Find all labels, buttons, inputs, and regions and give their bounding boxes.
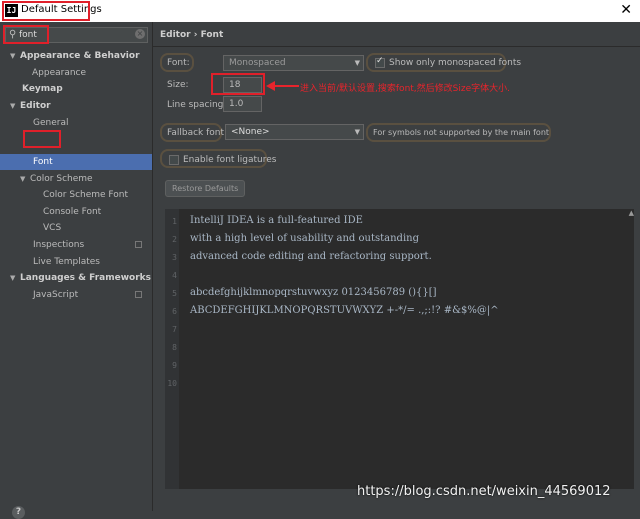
tree-item-color-scheme-final[interactable]: ▼ Color Scheme: [20, 171, 93, 187]
tree-item-console-font[interactable]: Console Font: [43, 204, 101, 220]
close-icon[interactable]: ✕: [620, 2, 632, 18]
fallback-hint: For symbols not supported by the main fo…: [373, 128, 550, 137]
title-bar: IJ Default Settings ✕: [0, 0, 640, 22]
font-preview-editor[interactable]: 1 2 3 4 5 6 7 8 9 10 IntelliJ IDEA is a …: [165, 209, 634, 489]
annotation-text: 进入当前/默认设置,搜索font,然后修改Size字体大小.: [300, 84, 510, 94]
ligatures-label: Enable font ligatures: [183, 155, 277, 165]
expand-arrow-icon: ▼: [10, 52, 16, 60]
line-spacing-input[interactable]: 1.0: [223, 96, 262, 112]
preview-line: abcdefghijklmnopqrstuvwxyz 0123456789 ()…: [190, 287, 437, 298]
font-label: Font:: [167, 58, 190, 68]
search-icon: ⚲: [9, 29, 17, 40]
tree-item-color-scheme-font[interactable]: Color Scheme Font: [43, 187, 128, 203]
project-scope-icon: [135, 241, 142, 248]
header-divider: [153, 46, 640, 47]
size-label: Size:: [167, 80, 189, 90]
font-family-select[interactable]: Monospaced ▼: [223, 55, 364, 71]
clear-search-icon[interactable]: ×: [135, 29, 145, 39]
line-number: 4: [172, 271, 177, 280]
tree-item-general[interactable]: General: [33, 115, 68, 131]
selected-row-highlight: [0, 154, 152, 170]
line-number: 1: [172, 217, 177, 226]
tree-item-editor[interactable]: ▼ Editor: [10, 98, 51, 114]
search-value: font: [19, 30, 37, 40]
show-mono-checkbox[interactable]: ✓: [375, 56, 385, 68]
ligatures-checkbox[interactable]: [169, 155, 179, 165]
line-number: 7: [172, 325, 177, 334]
line-number: 6: [172, 307, 177, 316]
intellij-logo-icon: IJ: [5, 4, 18, 17]
restore-defaults-button[interactable]: Restore Defaults: [165, 180, 246, 197]
expand-arrow-icon: ▼: [10, 274, 16, 282]
tree-item-vcs[interactable]: VCS: [43, 220, 61, 236]
settings-sidebar: ⚲ font × ▼ Appearance & Behavior Appearan…: [0, 22, 153, 519]
expand-arrow-icon: ▼: [20, 175, 26, 183]
preview-line: ABCDEFGHIJKLMNOPQRSTUVWXYZ +-*/= .,;:!? …: [190, 305, 499, 316]
line-number: 2: [172, 235, 177, 244]
tree-item-keymap[interactable]: Keymap: [22, 81, 63, 97]
project-scope-icon: [135, 291, 142, 298]
line-spacing-label: Line spacing:: [167, 100, 227, 110]
line-number-gutter: 1 2 3 4 5 6 7 8 9 10: [165, 209, 179, 489]
watermark: https://blog.csdn.net/weixin_44569012: [357, 484, 611, 499]
tree-item-appearance-behavior[interactable]: ▼ Appearance & Behavior: [10, 48, 140, 64]
annotation-arrow-icon: [266, 81, 299, 91]
tree-item-appearance[interactable]: Appearance: [32, 65, 86, 81]
line-number: 8: [172, 343, 177, 352]
tree-item-live-templates[interactable]: Live Templates: [33, 254, 100, 270]
font-settings-panel: Editor › Font Font: Monospaced ▼ ✓ Show o…: [153, 22, 640, 511]
font-size-input[interactable]: 18: [223, 77, 262, 93]
expand-arrow-icon: ▼: [10, 102, 16, 110]
line-number: 9: [172, 361, 177, 370]
line-number: 10: [167, 379, 177, 388]
breadcrumb: Editor › Font: [160, 30, 224, 40]
scroll-up-icon[interactable]: ▲: [629, 209, 634, 217]
preview-line: with a high level of usability and outst…: [190, 233, 419, 244]
chevron-down-icon: ▼: [354, 59, 360, 67]
checkmark-icon: ✓: [376, 56, 384, 66]
show-mono-label: Show only monospaced fonts: [389, 58, 522, 68]
tree-item-inspections[interactable]: Inspections: [33, 237, 148, 253]
tree-item-font[interactable]: Font: [33, 154, 53, 170]
tree-item-languages-frameworks[interactable]: ▼ Languages & Frameworks: [10, 270, 151, 286]
chevron-down-icon: ▼: [354, 128, 360, 136]
window-title: Default Settings: [21, 4, 102, 15]
help-icon[interactable]: ?: [12, 506, 25, 519]
fallback-font-label: Fallback font:: [167, 128, 228, 138]
tree-item-javascript[interactable]: JavaScript: [33, 287, 148, 303]
line-number: 5: [172, 289, 177, 298]
search-input[interactable]: ⚲ font ×: [5, 27, 148, 43]
fallback-font-select[interactable]: <None> ▼: [225, 124, 364, 140]
line-number: 3: [172, 253, 177, 262]
preview-line: advanced code editing and refactoring su…: [190, 251, 432, 262]
preview-scrollbar[interactable]: ▲: [626, 209, 634, 489]
preview-line: IntelliJ IDEA is a full-featured IDE: [190, 215, 363, 226]
